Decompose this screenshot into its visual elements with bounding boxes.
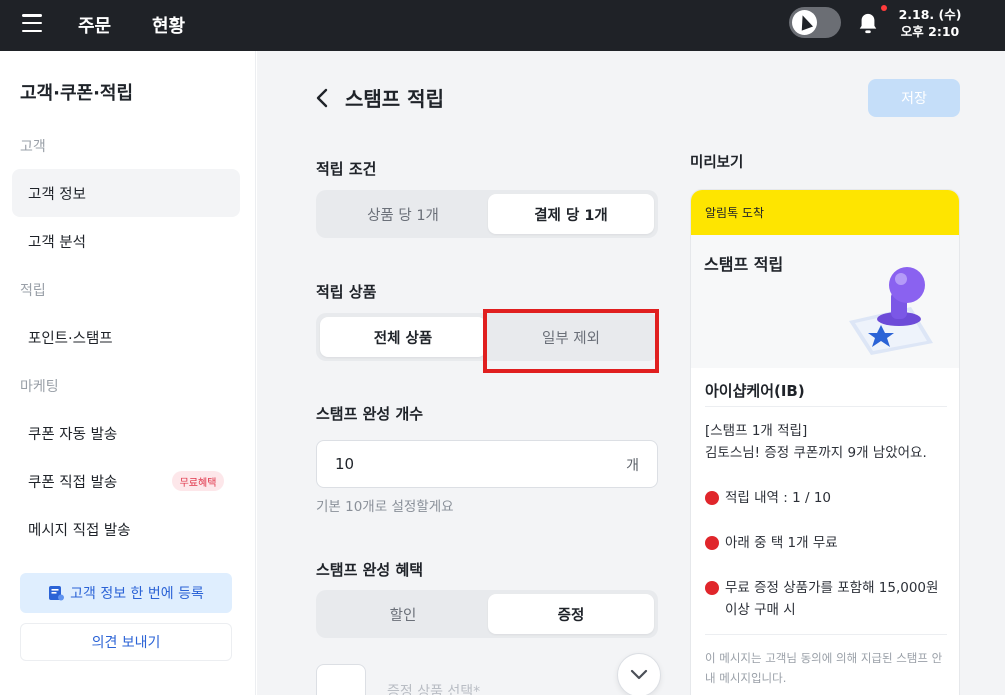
sidebar-item-message-direct[interactable]: 메시지 직접 발송 — [12, 505, 240, 553]
preview-top: 스탬프 적립 — [691, 235, 959, 368]
top-bar: 주문 현황 2.18. (수) 오후 2:10 — [0, 0, 1005, 51]
preview-note: 이 메시지는 고객님 동의에 의해 지급된 스탬프 안내 메시지입니다. — [705, 651, 943, 685]
preview-store-name: 아이샵케어(IB) — [705, 382, 805, 400]
sidebar-section-customer: 고객 — [20, 139, 46, 155]
preview-label: 미리보기 — [690, 155, 744, 171]
notification-dot — [881, 5, 887, 11]
option-gift[interactable]: 증정 — [488, 594, 654, 634]
preview-title: 스탬프 적립 — [704, 255, 784, 274]
accrual-products-label: 적립 상품 — [316, 283, 377, 301]
nav-orders[interactable]: 주문 — [78, 12, 111, 38]
sidebar-item-customer-analysis[interactable]: 고객 분석 — [12, 217, 240, 265]
sidebar-section-accrual: 적립 — [20, 283, 46, 299]
completion-count-label: 스탬프 완성 개수 — [316, 405, 424, 423]
preview-header: 알림톡 도착 — [691, 190, 959, 235]
completion-count-input[interactable]: 10 개 — [316, 440, 658, 488]
preview-bullet-1-text: 적립 내역 : 1 / 10 — [725, 490, 832, 506]
sidebar-section-marketing: 마케팅 — [20, 379, 59, 395]
option-discount[interactable]: 할인 — [320, 594, 486, 634]
clock-time: 오후 2:10 — [900, 24, 960, 39]
preview-bullet-3-text: 무료 증정 상품가를 포함해 15,000원 이상 구매 시 — [725, 580, 939, 618]
stamp-illustration-icon — [849, 267, 933, 355]
completion-count-helper: 기본 10개로 설정할게요 — [316, 499, 454, 515]
scroll-down-button[interactable] — [617, 653, 661, 695]
completion-benefit-segment: 할인 증정 — [316, 590, 658, 638]
completion-benefit-label: 스탬프 완성 혜택 — [316, 561, 424, 579]
accrual-products-segment: 전체 상품 일부 제외 — [316, 313, 658, 361]
completion-count-unit: 개 — [626, 458, 639, 474]
bell-icon[interactable] — [857, 12, 879, 36]
page-title: 스탬프 적립 — [345, 87, 444, 111]
mode-toggle[interactable] — [789, 7, 841, 38]
preview-divider-2 — [705, 634, 947, 635]
option-partial-exclude[interactable]: 일부 제외 — [488, 317, 654, 357]
preview-divider — [705, 406, 947, 407]
toggle-knob-icon — [792, 10, 817, 35]
free-benefit-badge: 무료혜택 — [172, 471, 224, 491]
preview-bullet-3: 무료 증정 상품가를 포함해 15,000원 이상 구매 시 — [705, 577, 949, 621]
accrual-condition-label: 적립 조건 — [316, 160, 377, 178]
clock: 2.18. (수) 오후 2:10 — [898, 6, 962, 40]
preview-line-1: [스탬프 1개 적립] — [705, 423, 808, 439]
sidebar-title: 고객·쿠폰·적립 — [20, 83, 134, 104]
preview-bullet-2: 아래 중 택 1개 무료 — [705, 532, 838, 554]
save-button[interactable]: 저장 — [868, 79, 960, 117]
chevron-down-icon — [630, 669, 648, 680]
red-circle-icon — [705, 491, 719, 505]
main-content: 스탬프 적립 저장 적립 조건 상품 당 1개 결제 당 1개 적립 상품 전체… — [257, 51, 1005, 695]
sidebar-item-points-stamps[interactable]: 포인트·스탬프 — [12, 313, 240, 361]
gift-product-label: 증정 상품 선택* — [387, 684, 481, 695]
option-per-payment[interactable]: 결제 당 1개 — [488, 194, 654, 234]
back-chevron-icon[interactable] — [313, 87, 331, 109]
preview-line-2: 김토스님! 증정 쿠폰까지 9개 남았어요. — [705, 445, 927, 461]
sidebar-item-customer-info[interactable]: 고객 정보 — [12, 169, 240, 217]
send-feedback-button[interactable]: 의견 보내기 — [20, 623, 232, 661]
option-per-product[interactable]: 상품 당 1개 — [320, 194, 486, 234]
completion-count-value: 10 — [335, 455, 355, 473]
nav-status[interactable]: 현황 — [152, 12, 185, 38]
register-icon — [49, 586, 65, 601]
accrual-condition-segment: 상품 당 1개 결제 당 1개 — [316, 190, 658, 238]
red-circle-icon — [705, 536, 719, 550]
add-gift-product-button[interactable] — [316, 664, 366, 695]
hamburger-menu-icon[interactable] — [22, 14, 42, 32]
preview-bullet-1: 적립 내역 : 1 / 10 — [705, 487, 831, 509]
option-all-products[interactable]: 전체 상품 — [320, 317, 486, 357]
clock-date: 2.18. (수) — [898, 7, 962, 22]
red-circle-icon — [705, 581, 719, 595]
sidebar: 고객·쿠폰·적립 고객 고객 정보 고객 분석 적립 포인트·스탬프 마케팅 쿠… — [0, 51, 256, 695]
preview-card: 알림톡 도착 스탬프 적립 아이샵케어(IB) [스탬프 1개 적립] 김토스님… — [690, 189, 960, 695]
preview-bullet-2-text: 아래 중 택 1개 무료 — [725, 535, 838, 551]
sidebar-item-coupon-auto[interactable]: 쿠폰 자동 발송 — [12, 409, 240, 457]
register-customers-label: 고객 정보 한 번에 등록 — [70, 586, 204, 602]
register-customers-button[interactable]: 고객 정보 한 번에 등록 — [20, 573, 232, 613]
